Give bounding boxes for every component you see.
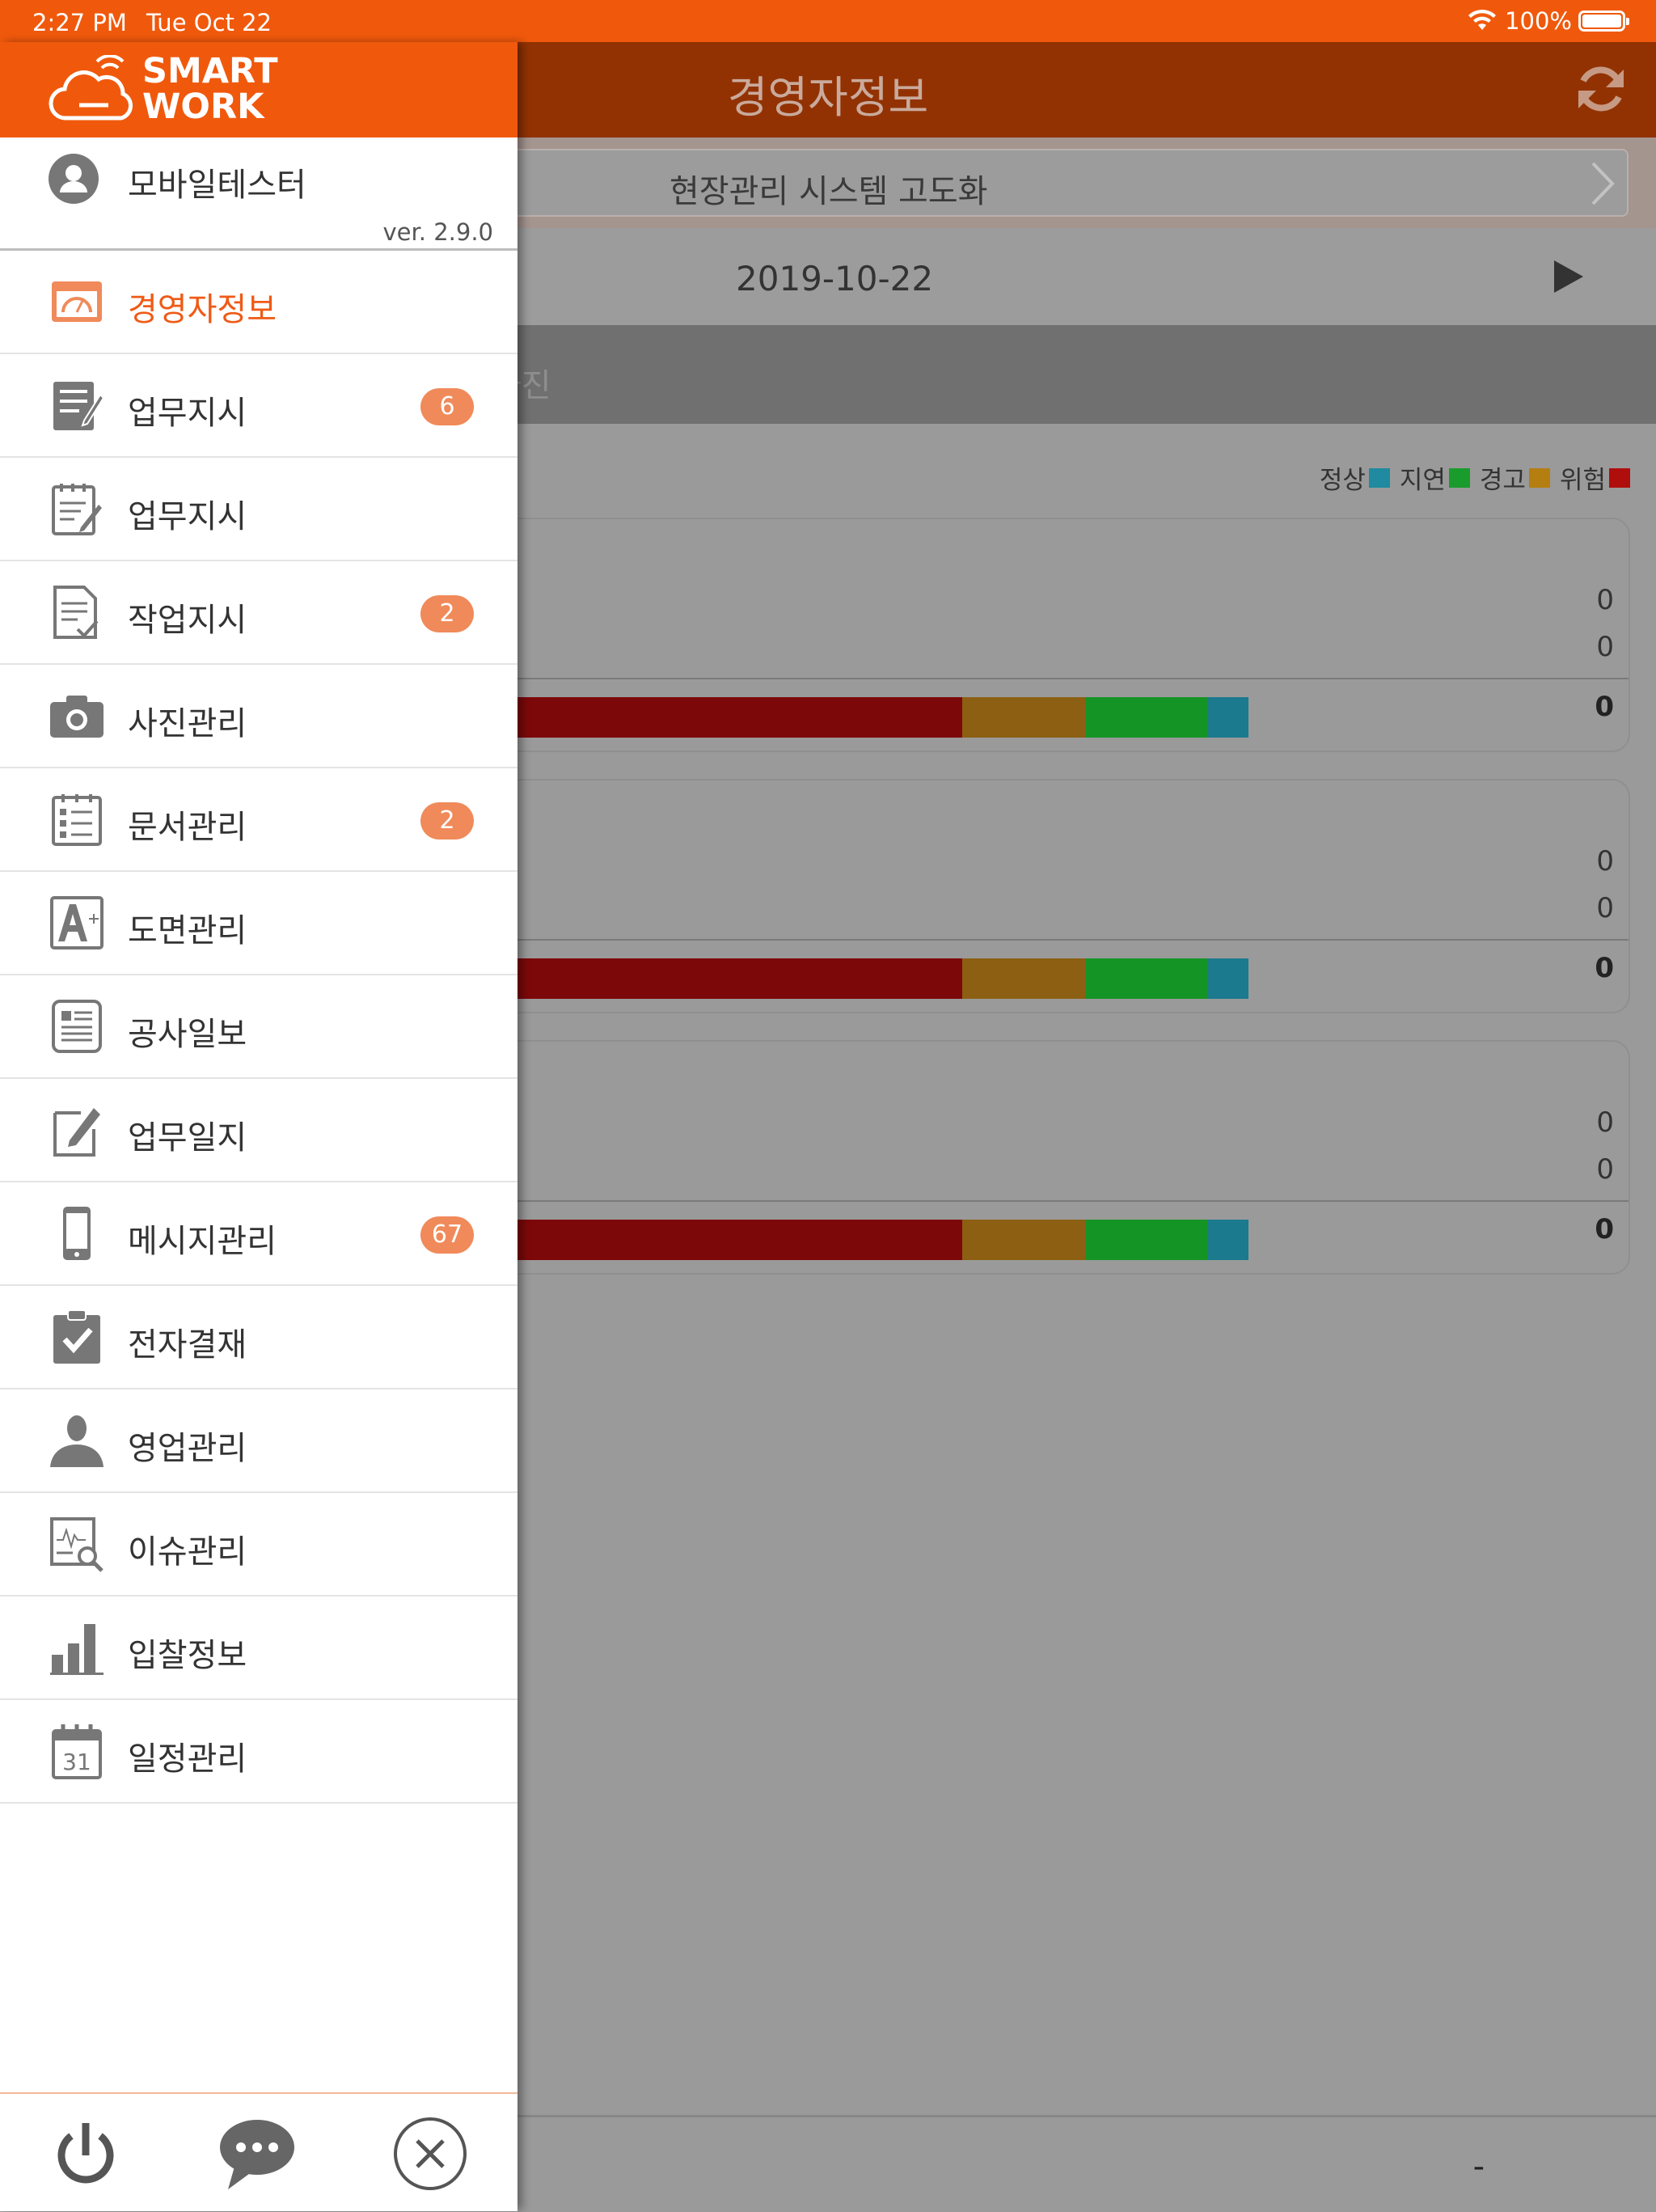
checklist-icon (52, 794, 102, 846)
menu-item-work-journal[interactable]: 업무일지 (0, 1079, 518, 1182)
notification-badge: 67 (420, 1216, 474, 1254)
card-total: 0 (1595, 691, 1614, 723)
battery-icon (1578, 11, 1629, 32)
svg-text:31: 31 (62, 1749, 91, 1775)
page-title: 경영자정보 (727, 72, 929, 123)
status-bar-chart (454, 697, 1248, 738)
current-date: 2019-10-22 (736, 259, 934, 298)
chevron-right-icon (1591, 162, 1615, 205)
menu-item-schedule[interactable]: 31 일정관리 (0, 1700, 518, 1804)
journal-edit-icon (53, 1108, 100, 1157)
card-value-1: 0 (1596, 1106, 1614, 1139)
app-version: ver. 2.9.0 (382, 218, 494, 246)
menu-item-e-approval[interactable]: 전자결재 (0, 1286, 518, 1389)
status-time: 2:27 PM (32, 9, 127, 36)
summary-card[interactable]: 0 0 0 (453, 518, 1630, 752)
power-icon[interactable] (47, 2115, 125, 2193)
card-value-1: 0 (1596, 845, 1614, 878)
app-logo: SMART WORK (0, 42, 518, 137)
camera-icon (50, 696, 104, 738)
user-name: 모바일테스터 (128, 167, 306, 204)
summary-card[interactable]: 0 0 0 (453, 1040, 1630, 1275)
notification-badge: 2 (420, 802, 474, 840)
notification-badge: 2 (420, 595, 474, 632)
project-name: 현장관리 시스템 고도화 (670, 173, 988, 210)
legend-warning: 경고 (1480, 459, 1550, 496)
side-drawer: SMART WORK 모바일테스터 ver. 2.9.0 경영자정보 업무지시 … (0, 42, 518, 2211)
card-total: 0 (1595, 952, 1614, 984)
user-profile[interactable]: 모바일테스터 ver. 2.9.0 (0, 137, 518, 251)
document-check-icon (53, 586, 99, 639)
summary-card[interactable]: 0 0 0 (453, 779, 1630, 1013)
card-value-1: 0 (1596, 584, 1614, 616)
cloud-wifi-icon (49, 55, 133, 121)
close-icon[interactable] (391, 2115, 469, 2193)
bar-chart-icon (50, 1624, 104, 1675)
project-selector[interactable]: 현장관리 시스템 고도화 (453, 149, 1629, 217)
menu-item-job-order[interactable]: 작업지시 2 (0, 561, 518, 665)
chat-icon[interactable] (218, 2115, 296, 2193)
menu-item-work-order-2[interactable]: 업무지시 (0, 458, 518, 561)
menu-item-messages[interactable]: 메시지관리 67 (0, 1182, 518, 1286)
drawer-menu: 경영자정보 업무지시 6 업무지시 작업지시 2 사진관리 문서관리 2 도면관… (0, 251, 518, 1804)
menu-item-dashboard[interactable]: 경영자정보 (0, 251, 518, 354)
status-legend: 정상 지연 경고 위험 (1310, 459, 1630, 496)
legend-danger: 위험 (1560, 459, 1630, 496)
legend-delay: 지연 (1400, 459, 1470, 496)
card-value-2: 0 (1596, 892, 1614, 924)
refresh-icon[interactable] (1570, 58, 1632, 120)
task-edit-icon (53, 382, 105, 430)
next-date-icon[interactable] (1554, 260, 1583, 293)
clipboard-check-icon (53, 1309, 100, 1364)
menu-item-issues[interactable]: 이슈관리 (0, 1493, 518, 1597)
footer-value: - (1472, 2148, 1485, 2185)
battery-percent: 100% (1505, 7, 1572, 35)
status-bar-chart (454, 958, 1248, 999)
phone-icon (63, 1207, 91, 1260)
menu-item-sales[interactable]: 영업관리 (0, 1389, 518, 1493)
notification-badge: 6 (420, 388, 474, 425)
report-icon (52, 1000, 102, 1053)
menu-item-work-order[interactable]: 업무지시 6 (0, 354, 518, 458)
menu-item-documents[interactable]: 문서관리 2 (0, 768, 518, 872)
card-total: 0 (1595, 1213, 1614, 1246)
notepad-edit-icon (52, 484, 102, 535)
legend-normal: 정상 (1320, 459, 1390, 496)
issue-search-icon (50, 1517, 104, 1572)
menu-item-bids[interactable]: 입찰정보 (0, 1597, 518, 1700)
status-date: Tue Oct 22 (146, 9, 272, 36)
status-bar: 2:27 PM Tue Oct 22 100% (0, 0, 1656, 42)
menu-item-daily-report[interactable]: 공사일보 (0, 975, 518, 1079)
person-icon (50, 1415, 104, 1467)
wifi-icon (1468, 9, 1497, 30)
avatar-icon (49, 154, 99, 204)
menu-item-drawings[interactable]: 도면관리 (0, 872, 518, 975)
status-bar-chart (454, 1220, 1248, 1260)
drawer-footer (0, 2092, 518, 2211)
logo-text: SMART WORK (142, 51, 278, 127)
calendar-icon: 31 (52, 1724, 102, 1779)
menu-item-photos[interactable]: 사진관리 (0, 665, 518, 768)
dashboard-icon (52, 281, 102, 322)
card-value-2: 0 (1596, 631, 1614, 663)
drawing-icon (50, 896, 104, 950)
card-value-2: 0 (1596, 1153, 1614, 1186)
